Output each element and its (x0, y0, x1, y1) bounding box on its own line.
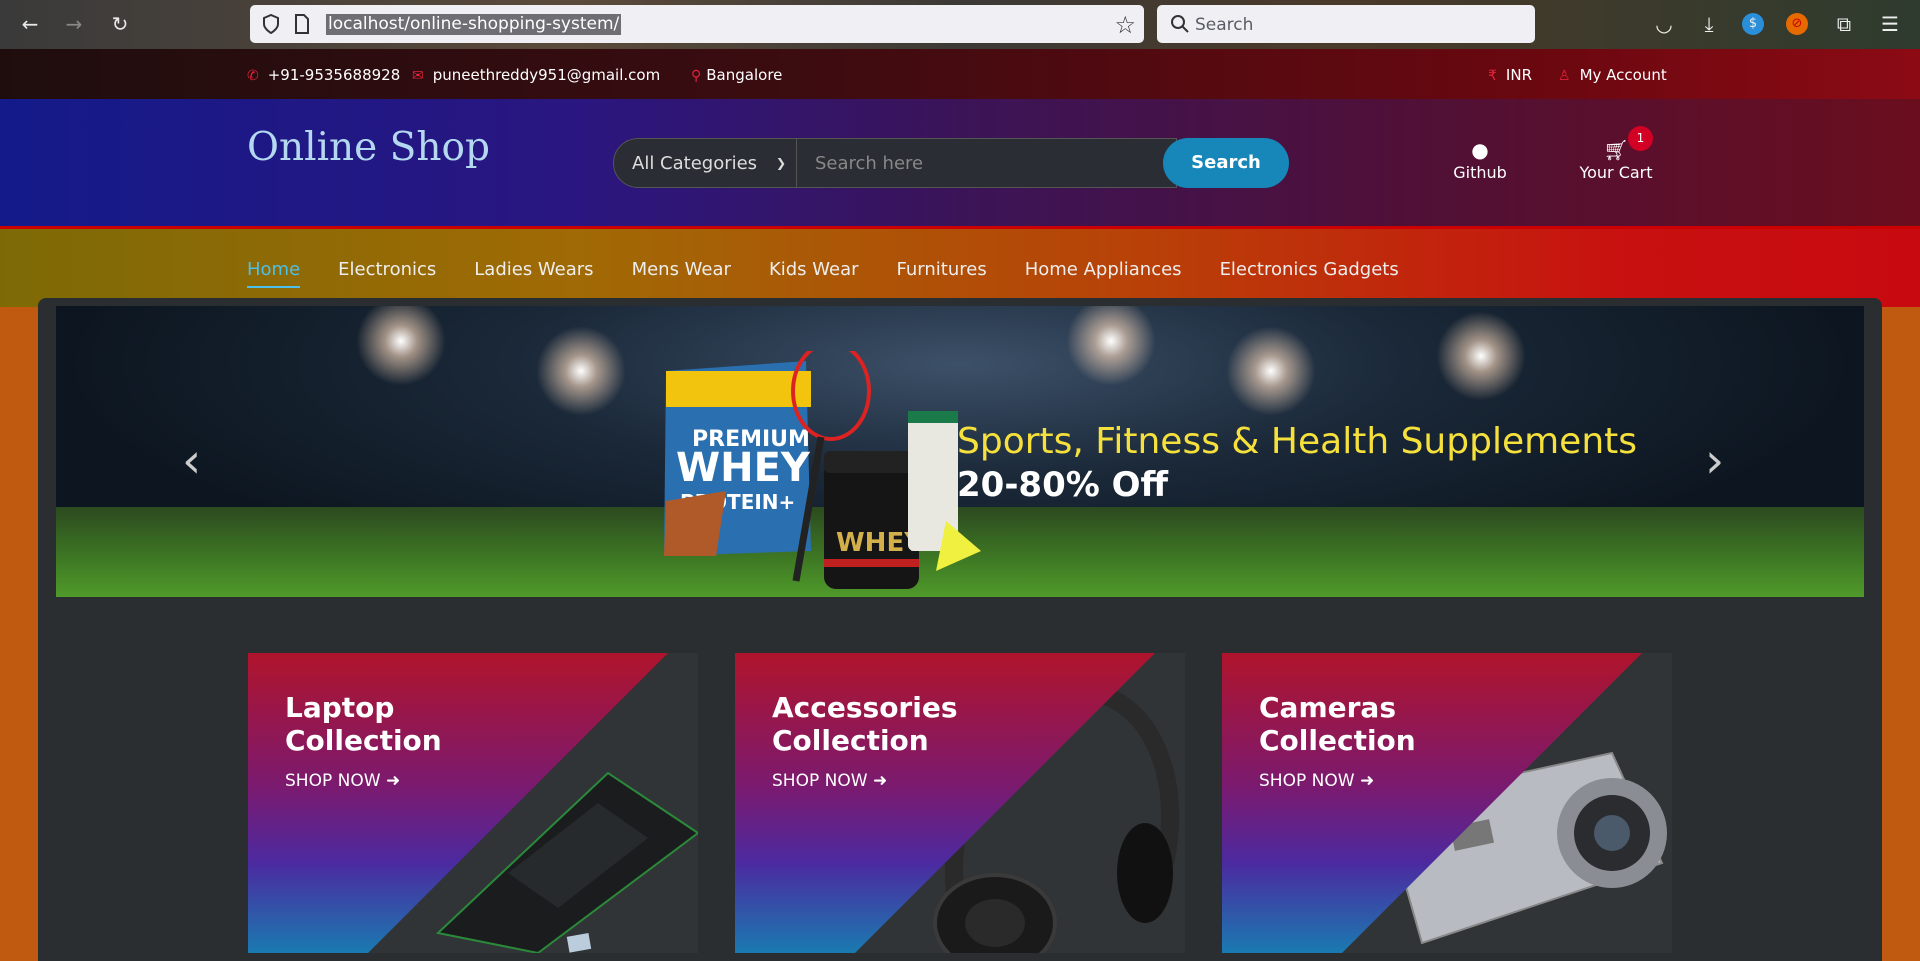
category-select[interactable]: All Categories ❯ (613, 138, 797, 188)
nav-list: Home Electronics Ladies Wears Mens Wear Kids… (247, 259, 1399, 288)
shop-now-link[interactable]: SHOP NOW ➜ (285, 771, 400, 791)
github-label: Github (1453, 163, 1507, 182)
stadium-light (536, 326, 626, 416)
stadium-light (1066, 306, 1156, 386)
stadium-light (1436, 311, 1526, 401)
location-text: Bangalore (706, 66, 783, 84)
back-icon[interactable]: ← (16, 10, 44, 38)
envelope-icon: ✉ (412, 68, 424, 84)
search-icon (1171, 15, 1189, 33)
search-button[interactable]: Search (1163, 138, 1289, 188)
phone-text: +91-9535688928 (267, 66, 401, 84)
github-link[interactable]: ● Github (1435, 137, 1525, 182)
blocker-extension-icon[interactable]: ⊘ (1786, 13, 1808, 35)
bookmark-star-icon[interactable]: ☆ (1114, 11, 1136, 39)
cart-qty-badge: 1 (1628, 126, 1653, 151)
collection-title: Cameras Collection (1259, 691, 1416, 757)
arrow-circle-right-icon: ➜ (385, 771, 401, 791)
url-bar[interactable]: localhost/online-shopping-system/ ☆ (250, 5, 1144, 43)
browser-search-placeholder: Search (1195, 15, 1254, 35)
pocket-icon[interactable]: ◡ (1651, 11, 1677, 37)
accessories-collection-card[interactable]: Accessories Collection SHOP NOW ➜ (735, 653, 1185, 953)
nav-item-electronics[interactable]: Electronics (338, 259, 436, 280)
search-form: All Categories ❯ Search here Search (613, 138, 1289, 188)
nav-item-home[interactable]: Home (247, 259, 301, 288)
carousel-next-icon[interactable]: › (1705, 433, 1724, 489)
nav-item-home-appliances[interactable]: Home Appliances (1025, 259, 1182, 280)
phone-icon: ✆ (247, 68, 259, 84)
phone-link[interactable]: ✆ +91-9535688928 (247, 66, 400, 84)
browser-search-box[interactable]: Search (1157, 5, 1535, 43)
main-navigation: Home Electronics Ladies Wears Mens Wear Kids… (0, 226, 1920, 307)
carousel-prev-icon[interactable]: ‹ (182, 433, 201, 489)
collection-title: Accessories Collection (772, 691, 958, 757)
nav-item-kids-wear[interactable]: Kids Wear (769, 259, 859, 280)
arrow-circle-right-icon: ➜ (1359, 771, 1375, 791)
reload-icon[interactable]: ↻ (106, 10, 134, 38)
nav-item-mens-wear[interactable]: Mens Wear (632, 259, 731, 280)
page-icon (295, 14, 309, 34)
shop-now-link[interactable]: SHOP NOW ➜ (1259, 771, 1374, 791)
my-account-text: My Account (1579, 66, 1667, 84)
nav-item-electronics-gadgets[interactable]: Electronics Gadgets (1220, 259, 1399, 280)
site-logo[interactable]: Online Shop (247, 125, 490, 170)
rupee-icon: ₹ (1488, 68, 1497, 84)
search-input[interactable]: Search here (797, 138, 1177, 188)
currency-link[interactable]: ₹ INR (1488, 66, 1532, 84)
banner-subtitle: 20-80% Off (957, 465, 1169, 505)
email-link[interactable]: ✉ puneethreddy951@gmail.com (412, 66, 660, 84)
extensions-puzzle-icon[interactable]: ⧉ (1831, 11, 1857, 37)
svg-text:WHEY: WHEY (676, 445, 811, 491)
stadium-light (1226, 326, 1316, 416)
extension-icon[interactable]: $ (1742, 13, 1764, 35)
cameras-collection-card[interactable]: Cameras Collection SHOP NOW ➜ (1222, 653, 1672, 953)
collection-title: Laptop Collection (285, 691, 442, 757)
download-icon[interactable]: ⤓ (1696, 11, 1722, 37)
main-header: Online Shop All Categories ❯ Search here… (0, 99, 1920, 226)
top-header: ✆ +91-9535688928 ✉ puneethreddy951@gmail.c… (0, 49, 1920, 99)
my-account-link[interactable]: ♙ My Account (1558, 66, 1667, 84)
map-marker-icon: ⚲ (691, 68, 702, 84)
menu-icon[interactable]: ☰ (1877, 11, 1903, 37)
cart-label: Your Cart (1579, 163, 1653, 182)
laptop-collection-card[interactable]: Laptop Collection SHOP NOW ➜ (248, 653, 698, 953)
supplements-product-image: PREMIUM WHEY PROTEIN+ WHEY (664, 351, 981, 589)
stadium-light (356, 306, 446, 386)
shield-icon (263, 14, 279, 34)
category-select-value: All Categories (632, 153, 758, 174)
nav-item-furnitures[interactable]: Furnitures (897, 259, 987, 280)
search-placeholder: Search here (815, 153, 924, 174)
currency-text: INR (1505, 66, 1532, 84)
arrow-circle-right-icon: ➜ (872, 771, 888, 791)
nav-item-ladies-wears[interactable]: Ladies Wears (474, 259, 593, 280)
location-link[interactable]: ⚲ Bangalore (691, 66, 782, 84)
email-text: puneethreddy951@gmail.com (432, 66, 661, 84)
github-icon: ● (1471, 138, 1489, 162)
forward-icon[interactable]: → (60, 10, 88, 38)
user-icon: ♙ (1558, 68, 1571, 84)
chevron-down-icon: ❯ (775, 156, 786, 170)
shop-now-link[interactable]: SHOP NOW ➜ (772, 771, 887, 791)
banner-title: Sports, Fitness & Health Supplements (957, 421, 1638, 462)
browser-toolbar: ← → ↻ localhost/online-shopping-system/ … (0, 0, 1920, 49)
url-text[interactable]: localhost/online-shopping-system/ (326, 14, 622, 35)
